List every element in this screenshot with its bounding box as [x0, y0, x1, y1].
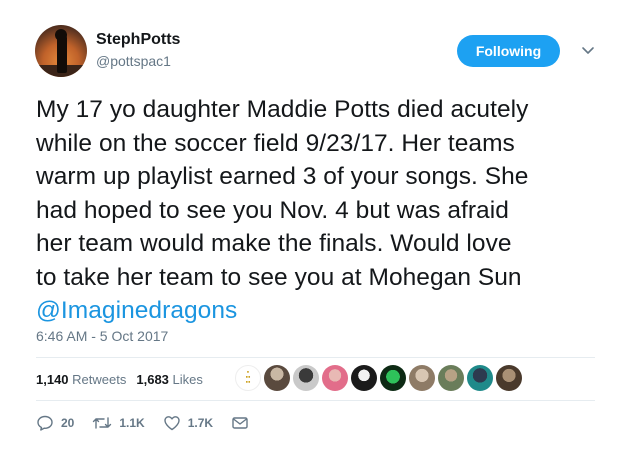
tweet-line: while on the soccer field 9/23/17. Her t… [36, 129, 515, 157]
liker-avatar[interactable] [264, 365, 290, 391]
mention-link[interactable]: @Imaginedragons [36, 294, 606, 328]
tweet-line: had hoped to see you Nov. 4 but was afra… [36, 196, 509, 224]
retweet-count: 1.1K [119, 416, 145, 430]
liker-avatar[interactable] [293, 365, 319, 391]
liker-avatar[interactable] [351, 365, 377, 391]
likes-count: 1,683 [136, 372, 169, 387]
liker-avatar[interactable] [409, 365, 435, 391]
following-button[interactable]: Following [457, 35, 560, 67]
likes-stat[interactable]: 1,683 Likes [136, 372, 203, 387]
chevron-down-icon[interactable] [578, 40, 598, 60]
reply-icon [37, 415, 53, 431]
heart-icon [164, 416, 180, 431]
liker-avatar[interactable]: ● ●● ●● [235, 365, 261, 391]
tweet-text: My 17 yo daughter Maddie Potts died acut… [36, 93, 606, 328]
divider [36, 400, 595, 401]
retweets-count: 1,140 [36, 372, 69, 387]
tweet-line: My 17 yo daughter Maddie Potts died acut… [36, 96, 529, 123]
tweet-timestamp[interactable]: 6:46 AM - 5 Oct 2017 [36, 328, 168, 344]
direct-message-button[interactable] [231, 415, 256, 431]
liker-avatar[interactable] [380, 365, 406, 391]
tweet-line: her team would make the finals. Would lo… [36, 230, 512, 257]
user-display-name[interactable]: StephPotts [96, 31, 180, 49]
tweet-actions: 20 1.1K 1.7K [36, 414, 274, 432]
liker-avatar[interactable] [322, 365, 348, 391]
avatar[interactable] [35, 25, 87, 77]
tweet-line: warm up playlist earned 3 of your songs.… [36, 163, 529, 190]
likes-label: Likes [172, 372, 203, 387]
liker-avatar[interactable] [438, 365, 464, 391]
retweets-label: Retweets [72, 372, 127, 387]
liker-avatars: ● ●● ●● [235, 365, 525, 391]
engagement-stats: 1,140 Retweets 1,683 Likes [36, 372, 213, 387]
reply-button[interactable]: 20 [36, 414, 74, 432]
tweet-line: to take her team to see you at Mohegan S… [36, 263, 522, 291]
user-handle[interactable]: @pottspac1 [96, 53, 171, 69]
divider [36, 357, 595, 358]
like-count: 1.7K [187, 416, 214, 430]
retweet-icon [93, 417, 112, 429]
liker-avatar[interactable] [467, 365, 493, 391]
liker-avatar[interactable] [496, 365, 522, 391]
envelope-icon [232, 417, 248, 429]
like-button[interactable]: 1.7K [163, 414, 213, 432]
reply-count: 20 [61, 416, 75, 430]
retweet-button[interactable]: 1.1K [92, 414, 145, 432]
retweets-stat[interactable]: 1,140 Retweets [36, 372, 126, 387]
